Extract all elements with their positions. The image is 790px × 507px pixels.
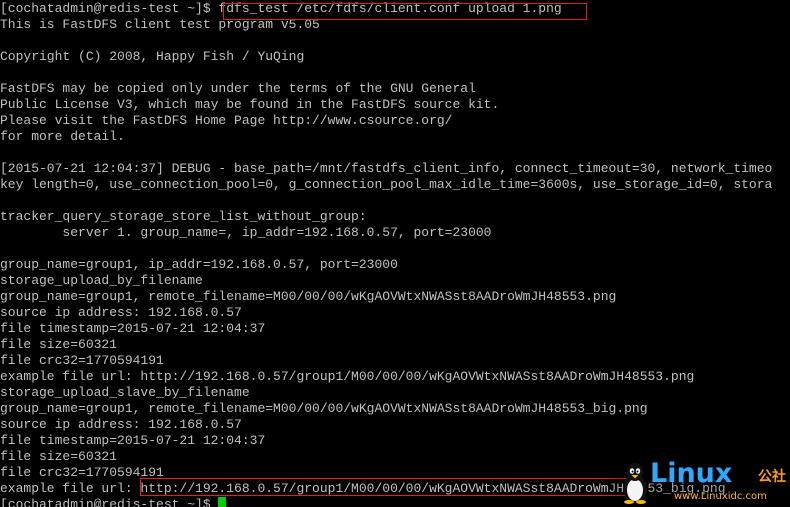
- output-line: file timestamp=2015-07-21 12:04:37: [0, 321, 266, 336]
- watermark-brand: Linux: [650, 458, 733, 489]
- penguin-logo-icon: [623, 463, 647, 504]
- terminal-window[interactable]: [cochatadmin@redis-test ~]$ fdfs_test /e…: [0, 0, 790, 507]
- output-line: file timestamp=2015-07-21 12:04:37: [0, 433, 266, 448]
- output-line: group_name=group1, remote_filename=M00/0…: [0, 401, 648, 416]
- output-line: key length=0, use_connection_pool=0, g_c…: [0, 177, 773, 192]
- output-line: Copyright (C) 2008, Happy Fish / YuQing: [0, 49, 305, 64]
- output-line: file size=60321: [0, 337, 118, 352]
- output-line: group_name=group1, remote_filename=M00/0…: [0, 289, 617, 304]
- output-line: for more detail.: [0, 129, 125, 144]
- output-line: Public License V3, which may be found in…: [0, 97, 500, 112]
- output-line: Please visit the FastDFS Home Page http:…: [0, 113, 453, 128]
- output-line: source ip address: 192.168.0.57: [0, 417, 242, 432]
- watermark-url: www.Linuxidc.com: [674, 491, 767, 502]
- command-highlight-box: [223, 3, 587, 20]
- output-line: tracker_query_storage_store_list_without…: [0, 209, 367, 224]
- output-line: storage_upload_by_filename: [0, 273, 203, 288]
- output-line: FastDFS may be copied only under the ter…: [0, 81, 476, 96]
- output-line: [2015-07-21 12:04:37] DEBUG - base_path=…: [0, 161, 773, 176]
- output-line: file crc32=1770594191: [0, 353, 164, 368]
- shell-prompt: [cochatadmin@redis-test ~]$: [0, 1, 219, 16]
- text-cursor: [218, 497, 227, 507]
- terminal-output: [cochatadmin@redis-test ~]$ fdfs_test /e…: [0, 1, 790, 507]
- url-highlight-box: [140, 478, 640, 496]
- output-line: source ip address: 192.168.0.57: [0, 305, 242, 320]
- output-line: server 1. group_name=, ip_addr=192.168.0…: [0, 225, 492, 240]
- watermark-suffix: 公社: [758, 469, 786, 485]
- output-line: group_name=group1, ip_addr=192.168.0.57,…: [0, 257, 398, 272]
- watermark: Linux 公社 www.Linuxidc.com: [612, 458, 790, 507]
- output-line: storage_upload_slave_by_filename: [0, 385, 250, 400]
- output-line: example file url: http://192.168.0.57/gr…: [0, 369, 695, 384]
- shell-prompt: [cochatadmin@redis-test ~]$: [0, 497, 219, 507]
